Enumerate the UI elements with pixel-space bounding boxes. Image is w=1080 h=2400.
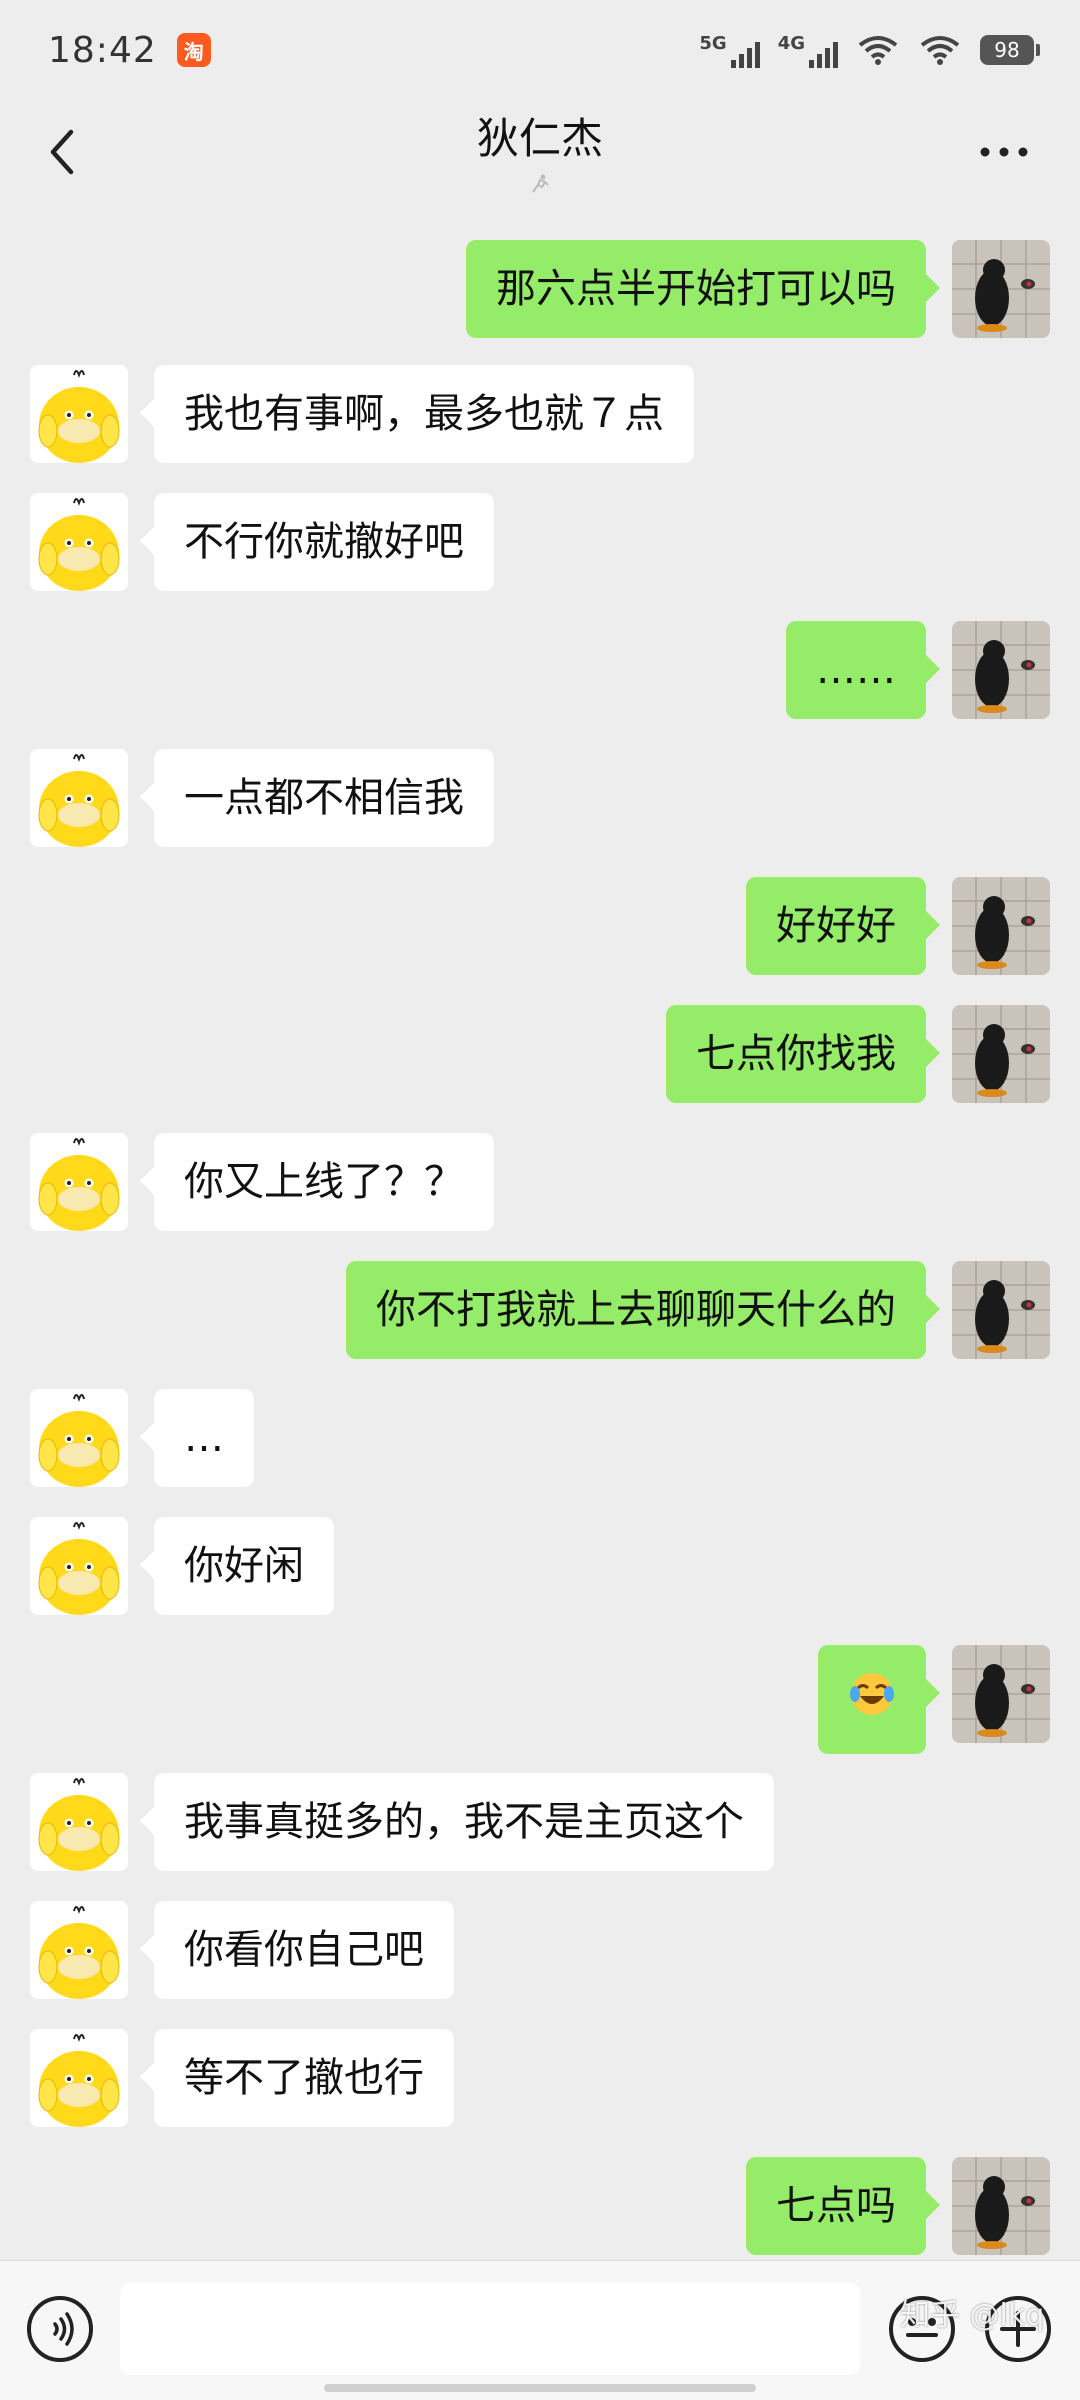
message-bubble[interactable]: 你又上线了？？: [140, 1133, 494, 1231]
sent-message: [0, 1645, 1080, 1754]
received-message: 你又上线了？？: [0, 1133, 1080, 1231]
my-avatar[interactable]: [952, 877, 1050, 975]
received-message: 我事真挺多的，我不是主页这个: [0, 1773, 1080, 1871]
status-time: 18:42: [48, 29, 157, 71]
taobao-notification-icon: 淘: [176, 33, 211, 67]
message-bubble[interactable]: 一点都不相信我: [140, 749, 494, 847]
received-message: 你好闲: [0, 1517, 1080, 1615]
my-avatar[interactable]: [952, 1005, 1050, 1103]
received-message: 等不了撤也行: [0, 2029, 1080, 2127]
chat-header: 狄仁杰: [0, 100, 1080, 204]
contact-avatar[interactable]: [30, 749, 128, 847]
sent-message: 七点吗: [0, 2157, 1080, 2255]
message-bubble[interactable]: 七点吗: [746, 2157, 940, 2255]
message-bubble[interactable]: 你不打我就上去聊聊天什么的: [346, 1261, 940, 1359]
more-options-button[interactable]: [964, 116, 1044, 188]
home-indicator[interactable]: [324, 2384, 756, 2392]
message-bubble[interactable]: 你好闲: [140, 1517, 334, 1615]
signal-5g-icon: 5G: [699, 33, 760, 68]
message-bubble[interactable]: 你看你自己吧: [140, 1901, 454, 1999]
message-bubble[interactable]: 等不了撤也行: [140, 2029, 454, 2127]
message-input[interactable]: [120, 2283, 860, 2375]
more-dots-icon: [980, 147, 1028, 157]
message-bubble[interactable]: 我事真挺多的，我不是主页这个: [140, 1773, 774, 1871]
contact-avatar[interactable]: [30, 493, 128, 591]
message-bubble[interactable]: …: [140, 1389, 254, 1487]
zhihu-watermark: 知乎 @lkq: [900, 2298, 1045, 2333]
received-message: 不行你就撤好吧: [0, 493, 1080, 591]
laughing-tears-emoji-icon: [848, 1670, 896, 1718]
message-bubble[interactable]: 七点你找我: [666, 1005, 940, 1103]
received-message: 一点都不相信我: [0, 749, 1080, 847]
status-bar: 18:42 淘 5G 4G 98: [0, 0, 1080, 100]
contact-avatar[interactable]: [30, 1389, 128, 1487]
battery-indicator: 98: [980, 35, 1040, 65]
contact-avatar[interactable]: [30, 365, 128, 463]
contact-avatar[interactable]: [30, 1773, 128, 1871]
wifi-plus-icon: [858, 36, 898, 65]
signal-4g-icon: 4G: [778, 33, 838, 68]
sent-message: ……: [0, 621, 1080, 719]
sent-message: 那六点半开始打可以吗: [0, 240, 1080, 338]
my-avatar[interactable]: [952, 1645, 1050, 1743]
message-bubble[interactable]: [818, 1645, 940, 1754]
contact-avatar[interactable]: [30, 1133, 128, 1231]
chat-title: 狄仁杰: [476, 114, 603, 163]
received-message: 我也有事啊，最多也就７点: [0, 365, 1080, 463]
message-bubble[interactable]: 那六点半开始打可以吗: [466, 240, 940, 338]
contact-avatar[interactable]: [30, 2029, 128, 2127]
wifi-icon: [920, 36, 960, 65]
chevron-left-icon: [50, 129, 74, 175]
sent-message: 七点你找我: [0, 1005, 1080, 1103]
my-avatar[interactable]: [952, 1261, 1050, 1359]
my-avatar[interactable]: [952, 240, 1050, 338]
running-status-icon: [529, 174, 551, 199]
message-bubble[interactable]: 不行你就撤好吧: [140, 493, 494, 591]
message-list[interactable]: 那六点半开始打可以吗 我也有事啊，最多也就７点 不行你就撤好吧 …… 一点都不相信…: [0, 204, 1080, 2260]
back-button[interactable]: [30, 116, 94, 188]
my-avatar[interactable]: [952, 2157, 1050, 2255]
contact-avatar[interactable]: [30, 1517, 128, 1615]
received-message: 你看你自己吧: [0, 1901, 1080, 1999]
message-bubble[interactable]: 好好好: [746, 877, 940, 975]
my-avatar[interactable]: [952, 621, 1050, 719]
sent-message: 你不打我就上去聊聊天什么的: [0, 1261, 1080, 1359]
sent-message: 好好好: [0, 877, 1080, 975]
received-message: …: [0, 1389, 1080, 1487]
contact-avatar[interactable]: [30, 1901, 128, 1999]
message-bubble[interactable]: 我也有事啊，最多也就７点: [140, 365, 694, 463]
message-bubble[interactable]: ……: [786, 621, 940, 719]
voice-input-icon[interactable]: [26, 2295, 94, 2363]
